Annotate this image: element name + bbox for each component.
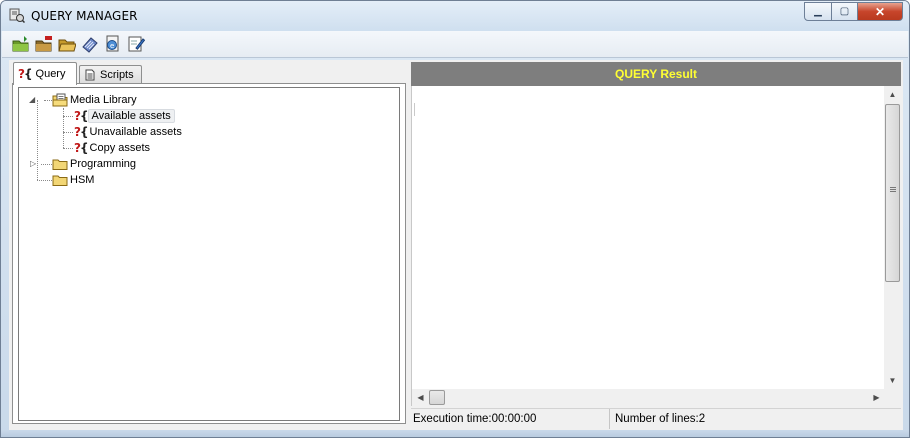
query-icon: ?{: [74, 109, 88, 123]
minimize-button[interactable]: ▁: [804, 2, 832, 21]
vertical-scrollbar[interactable]: ▲ ▼: [884, 86, 901, 389]
query-icon: ?{: [18, 67, 32, 81]
tree-node-label: HSM: [70, 174, 95, 186]
tree-connector: [37, 100, 38, 180]
tree-connector: [44, 100, 52, 101]
app-icon: [9, 8, 25, 23]
tree-node-label: Unavailable assets: [89, 126, 182, 138]
query-icon: ?{: [74, 141, 88, 155]
tree-connector: [37, 180, 52, 181]
tree-connector: [63, 108, 64, 148]
grip-icon: [890, 187, 896, 188]
result-header: QUERY Result: [411, 62, 901, 86]
horizontal-scroll-thumb[interactable]: [429, 390, 445, 405]
tree-node-unavailable-assets[interactable]: ?{ Unavailable assets: [74, 124, 184, 140]
tree-node-label: Available assets: [87, 109, 175, 123]
collapse-icon[interactable]: ◢: [29, 96, 37, 104]
window-bottom-edge: [1, 430, 909, 437]
query-manager-window: QUERY MANAGER ▁ ▢ ✕ e ?{Query Scripts ◢…: [0, 0, 910, 438]
tree-node-available-assets[interactable]: ?{ Available assets: [74, 108, 175, 124]
maximize-icon: ▢: [839, 6, 850, 17]
close-button[interactable]: ✕: [858, 2, 903, 21]
media-library-icon: [52, 93, 68, 107]
svg-text:e: e: [110, 42, 114, 50]
tab-query[interactable]: ?{ Query: [13, 62, 77, 85]
scroll-corner: [884, 389, 901, 406]
status-divider: [609, 409, 610, 429]
toolbar: e: [2, 31, 908, 58]
scroll-left-icon[interactable]: ◀: [412, 389, 429, 406]
tree-node-label: Copy assets: [89, 142, 151, 154]
window-title: QUERY MANAGER: [31, 9, 138, 23]
panel-splitter[interactable]: [407, 60, 410, 430]
add-query-icon[interactable]: [12, 35, 30, 53]
tree-node-hsm[interactable]: HSM: [52, 172, 96, 188]
open-folder-icon[interactable]: [58, 35, 76, 53]
execute-icon[interactable]: [81, 35, 99, 53]
export-icon[interactable]: e: [104, 35, 122, 53]
text-caret: [414, 103, 415, 116]
scroll-right-icon[interactable]: ▶: [868, 389, 885, 406]
minimize-icon: ▁: [814, 6, 822, 17]
tree-node-copy-assets[interactable]: ?{ Copy assets: [74, 140, 152, 156]
vertical-scroll-thumb[interactable]: [885, 104, 900, 282]
tree-connector: [63, 132, 73, 133]
window-controls: ▁ ▢ ✕: [804, 2, 903, 21]
query-icon: ?{: [74, 125, 88, 139]
maximize-button[interactable]: ▢: [832, 2, 858, 21]
scroll-up-icon[interactable]: ▲: [884, 86, 901, 103]
tab-scripts[interactable]: Scripts: [79, 65, 142, 84]
edit-icon[interactable]: [127, 35, 145, 53]
result-grid[interactable]: ▲ ▼ ◀ ▶: [411, 86, 901, 406]
tab-query-label: Query: [35, 68, 66, 80]
tree-connector: [63, 116, 73, 117]
tree-panel: ◢ Media Library ?{ Available assets ?{U…: [12, 83, 406, 424]
status-bar: Execution time:00:00:00 Number of lines:…: [411, 408, 901, 429]
tree-connector: [41, 164, 52, 165]
tree-node-media-library[interactable]: Media Library: [52, 92, 139, 108]
close-icon: ✕: [874, 4, 886, 19]
query-tree[interactable]: ◢ Media Library ?{ Available assets ?{U…: [18, 87, 400, 421]
folder-icon: [52, 175, 68, 186]
client-area: ?{ Query Scripts ◢ Media Library ?{Avai…: [9, 60, 903, 430]
number-of-lines: Number of lines:2: [615, 413, 706, 425]
title-bar[interactable]: QUERY MANAGER ▁ ▢ ✕: [1, 1, 909, 31]
expand-icon[interactable]: ▷: [30, 160, 38, 168]
execution-time: Execution time:00:00:00: [413, 413, 537, 425]
tree-node-label: Media Library: [70, 94, 137, 106]
delete-query-icon[interactable]: [35, 35, 53, 53]
tree-node-programming[interactable]: Programming: [52, 156, 138, 172]
tab-scripts-label: Scripts: [100, 69, 134, 81]
tree-connector: [63, 148, 73, 149]
scroll-down-icon[interactable]: ▼: [884, 372, 901, 389]
result-header-title: QUERY Result: [614, 67, 698, 81]
folder-icon: [52, 159, 68, 170]
tree-node-label: Programming: [70, 158, 137, 170]
horizontal-scrollbar[interactable]: ◀ ▶: [412, 389, 885, 406]
script-icon: [85, 69, 95, 81]
